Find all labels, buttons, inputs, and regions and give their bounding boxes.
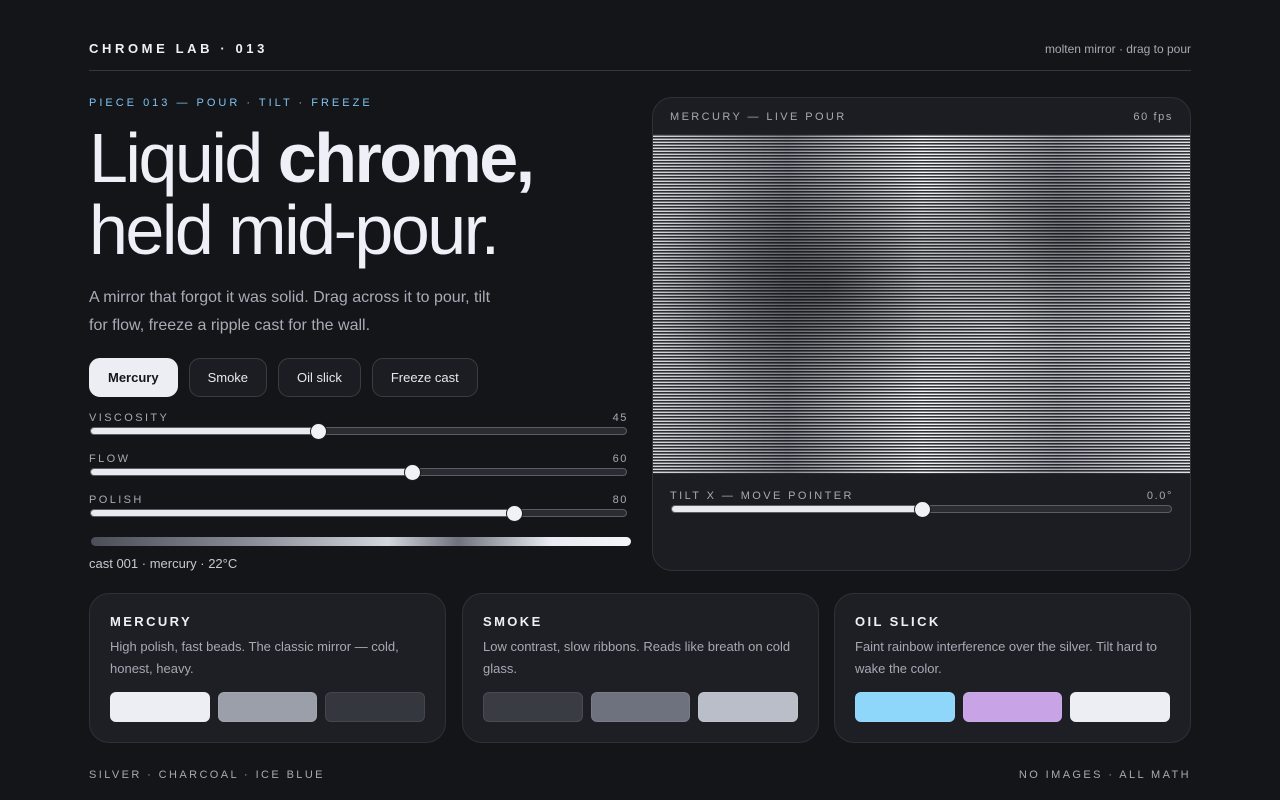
color-swatch <box>1070 692 1171 722</box>
card-description: Faint rainbow interference over the silv… <box>855 639 1158 676</box>
polish-slider-thumb[interactable] <box>507 506 523 521</box>
card-description: High polish, fast beads. The classic mir… <box>110 639 399 676</box>
color-swatch <box>698 692 799 722</box>
swatch-row <box>483 692 799 722</box>
viscosity-label: VISCOSITY <box>89 412 170 424</box>
color-swatch <box>325 692 426 722</box>
flow-value: 60 <box>612 453 628 465</box>
liquid-surface <box>653 134 1190 474</box>
polish-label: POLISH <box>89 494 144 506</box>
cast-status: cast 001 · mercury · 22°C <box>89 556 238 571</box>
scanlines <box>653 134 1190 474</box>
polish-track[interactable] <box>90 509 627 517</box>
polish-fill <box>91 510 514 516</box>
liquid-canvas[interactable] <box>653 134 1190 474</box>
tilt-fill <box>672 506 922 512</box>
preset-card-mercury[interactable]: MERCURY High polish, fast beads. The cla… <box>89 593 446 743</box>
polish-value: 80 <box>612 494 628 506</box>
card-title: MERCURY <box>110 614 193 629</box>
title-plain: Liquid <box>89 119 278 197</box>
title-bold: chrome, <box>277 119 535 197</box>
footer-palette: SILVER · CHARCOAL · ICE BLUE <box>89 769 325 781</box>
flow-track[interactable] <box>90 468 627 476</box>
brand-title: CHROME LAB · 013 <box>89 41 268 56</box>
mode-oil-slick-button[interactable]: Oil slick <box>278 358 361 397</box>
footer-note: NO IMAGES · ALL MATH <box>1018 769 1191 781</box>
flow-fill <box>91 469 412 475</box>
viscosity-value: 45 <box>612 412 628 424</box>
preset-card-oil-slick[interactable]: OIL SLICK Faint rainbow interference ove… <box>834 593 1191 743</box>
piece-eyebrow: PIECE 013 — POUR · TILT · FREEZE <box>89 97 373 109</box>
mode-buttons: Mercury Smoke Oil slick Freeze cast <box>89 358 478 397</box>
title-line2: held mid-pour. <box>89 191 500 269</box>
live-pour-panel: MERCURY — LIVE POUR 60 fps TILT X — MOVE… <box>652 97 1191 571</box>
freeze-cast-button[interactable]: Freeze cast <box>371 358 478 397</box>
fps-readout: 60 fps <box>1133 111 1173 123</box>
card-title: SMOKE <box>483 614 543 629</box>
tilt-slider-thumb[interactable] <box>914 502 930 517</box>
tilt-value: 0.0° <box>1146 490 1173 502</box>
top-bar: CHROME LAB · 013 molten mirror · drag to… <box>89 0 1191 71</box>
viscosity-fill <box>91 428 319 434</box>
intro-text: A mirror that forgot it was solid. Drag … <box>89 289 491 334</box>
swatch-row <box>110 692 426 722</box>
chrome-gradient-bar <box>91 537 631 546</box>
card-description: Low contrast, slow ribbons. Reads like b… <box>483 639 791 676</box>
flow-label: FLOW <box>89 453 131 465</box>
mode-mercury-button[interactable]: Mercury <box>89 358 178 397</box>
stage-title: MERCURY — LIVE POUR <box>670 111 847 123</box>
viscosity-track[interactable] <box>90 427 627 435</box>
tilt-label: TILT X — MOVE POINTER <box>670 490 854 502</box>
color-swatch <box>855 692 955 722</box>
color-swatch <box>110 692 210 722</box>
mode-smoke-button[interactable]: Smoke <box>188 358 268 397</box>
color-swatch <box>217 692 318 722</box>
page-title: Liquid chrome, held mid-pour. <box>89 119 535 269</box>
viscosity-slider-thumb[interactable] <box>311 424 327 439</box>
card-title: OIL SLICK <box>855 614 941 629</box>
preset-card-smoke[interactable]: SMOKE Low contrast, slow ribbons. Reads … <box>462 593 819 743</box>
color-swatch <box>590 692 691 722</box>
color-swatch <box>962 692 1063 722</box>
swatch-row <box>855 692 1171 722</box>
color-swatch <box>483 692 583 722</box>
flow-slider-thumb[interactable] <box>405 465 421 480</box>
header-tagline: molten mirror · drag to pour <box>1044 42 1191 56</box>
